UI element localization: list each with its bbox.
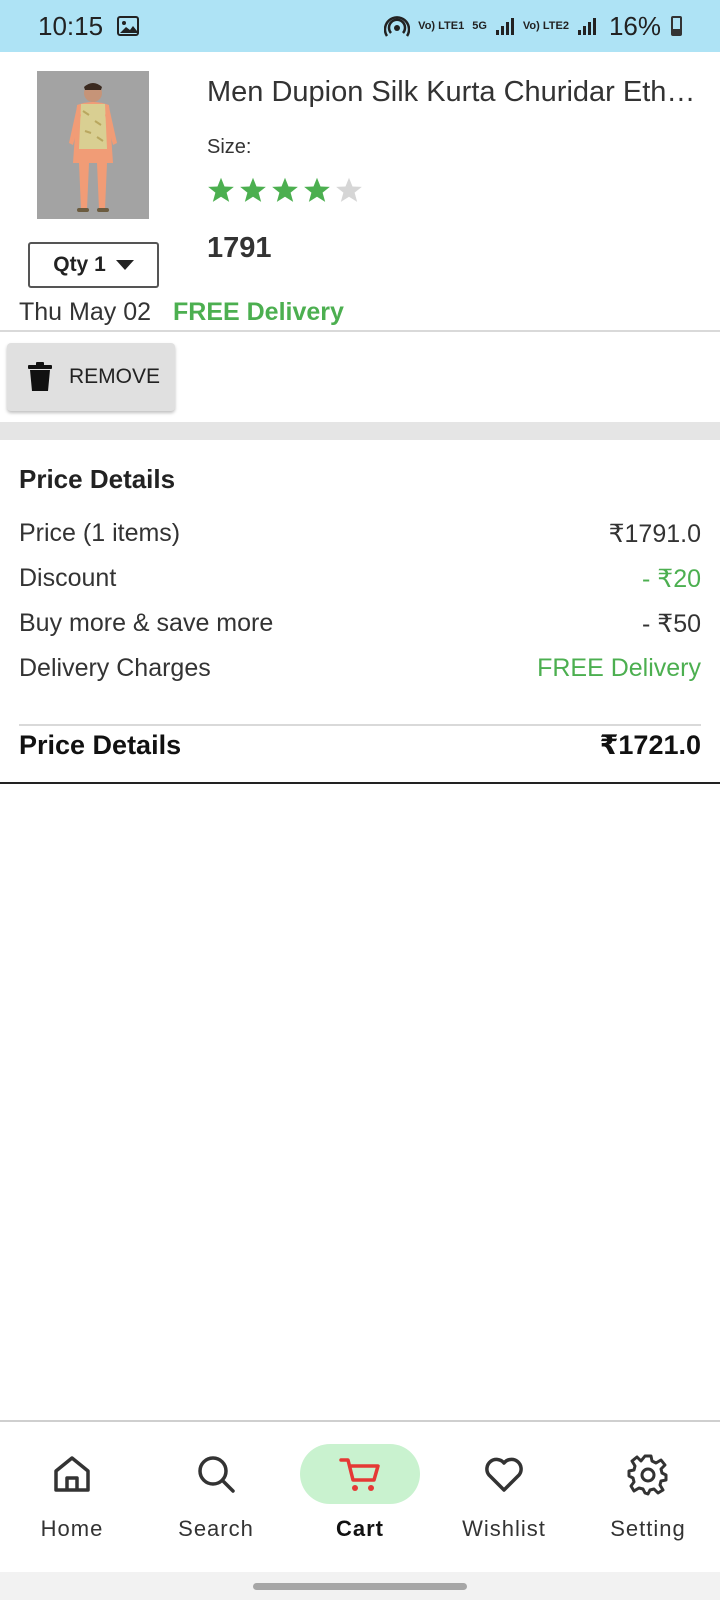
total-row: Price Details ₹1721.0 — [19, 730, 701, 761]
gear-icon — [627, 1454, 668, 1496]
status-bar: 10:15 Vo) LTE1 5G Vo) LTE2 16% — [0, 0, 720, 52]
remove-label: REMOVE — [69, 365, 161, 388]
delivery-charges-row: Delivery Charges FREE Delivery — [19, 654, 701, 683]
nav-icon-container — [444, 1444, 564, 1504]
nav-setting-label: Setting — [610, 1516, 686, 1541]
product-image[interactable] — [37, 71, 149, 219]
price-row-value: ₹1791.0 — [608, 520, 701, 548]
home-icon — [54, 1456, 90, 1492]
section-separator — [0, 422, 720, 440]
nav-icon-container — [300, 1444, 420, 1504]
star-filled-icon — [208, 177, 234, 202]
battery-percent: 16% — [608, 10, 661, 41]
nav-wishlist[interactable]: Wishlist — [432, 1422, 576, 1572]
total-label: Price Details — [19, 730, 182, 760]
bottom-nav: Home Search Cart Wishlist Setting — [0, 1422, 720, 1572]
nav-cart[interactable]: Cart — [288, 1422, 432, 1572]
product-price: 1791 — [207, 232, 272, 264]
status-time: 10:15 — [38, 10, 104, 41]
nav-icon-container — [588, 1444, 708, 1504]
trash-icon — [28, 362, 52, 391]
nav-search-label: Search — [178, 1516, 254, 1541]
product-rating — [207, 176, 363, 204]
network-1-label: Vo) LTE1 — [418, 20, 465, 32]
nav-icon-container — [12, 1444, 132, 1504]
hotspot-icon — [384, 16, 411, 37]
signal-1-icon — [495, 18, 514, 35]
cart-icon — [339, 1458, 380, 1491]
nav-icon-container — [156, 1444, 276, 1504]
nav-home[interactable]: Home — [0, 1422, 144, 1572]
delivery-charges-value: FREE Delivery — [537, 654, 701, 682]
discount-row: Discount - ₹20 — [19, 564, 701, 594]
total-value: ₹1721.0 — [599, 730, 701, 760]
status-icons: Vo) LTE1 5G Vo) LTE2 16% — [384, 11, 682, 42]
delivery-date: Thu May 02 — [19, 298, 152, 326]
product-title[interactable]: Men Dupion Silk Kurta Churidar Eth… — [207, 76, 699, 109]
delivery-status: FREE Delivery — [173, 298, 344, 326]
size-label: Size: — [207, 136, 252, 158]
heart-icon — [485, 1457, 523, 1492]
nav-setting[interactable]: Setting — [576, 1422, 720, 1572]
discount-row-label: Discount — [19, 564, 117, 592]
buy-more-row: Buy more & save more - ₹50 — [19, 609, 701, 639]
price-row: Price (1 items) ₹1791.0 — [19, 519, 701, 549]
signal-2-icon — [577, 18, 596, 35]
nav-wishlist-label: Wishlist — [462, 1516, 546, 1541]
star-filled-icon — [240, 177, 266, 202]
remove-button[interactable]: REMOVE — [7, 343, 175, 411]
search-icon — [198, 1456, 235, 1493]
star-empty-icon — [336, 177, 362, 202]
buy-more-row-value: - ₹50 — [642, 610, 701, 638]
price-row-label: Price (1 items) — [19, 519, 181, 547]
network-5g-label: 5G — [472, 20, 487, 32]
divider — [19, 724, 701, 726]
star-filled-icon — [272, 177, 298, 202]
gallery-icon — [117, 16, 140, 36]
nav-cart-label: Cart — [335, 1516, 384, 1541]
nav-home-label: Home — [40, 1516, 104, 1541]
chevron-down-icon — [115, 260, 134, 270]
divider — [0, 330, 720, 332]
buy-more-row-label: Buy more & save more — [19, 609, 274, 637]
battery-icon — [671, 16, 682, 36]
price-details-title: Price Details — [19, 464, 176, 494]
star-filled-icon — [304, 177, 330, 202]
qty-label: Qty 1 — [53, 253, 106, 276]
home-gesture-bar[interactable] — [253, 1583, 467, 1590]
delivery-charges-label: Delivery Charges — [19, 654, 211, 682]
discount-row-value: - ₹20 — [642, 565, 701, 593]
qty-dropdown[interactable]: Qty 1 — [28, 242, 159, 288]
network-2-label: Vo) LTE2 — [522, 20, 569, 32]
nav-search[interactable]: Search — [144, 1422, 288, 1572]
divider — [0, 782, 720, 784]
